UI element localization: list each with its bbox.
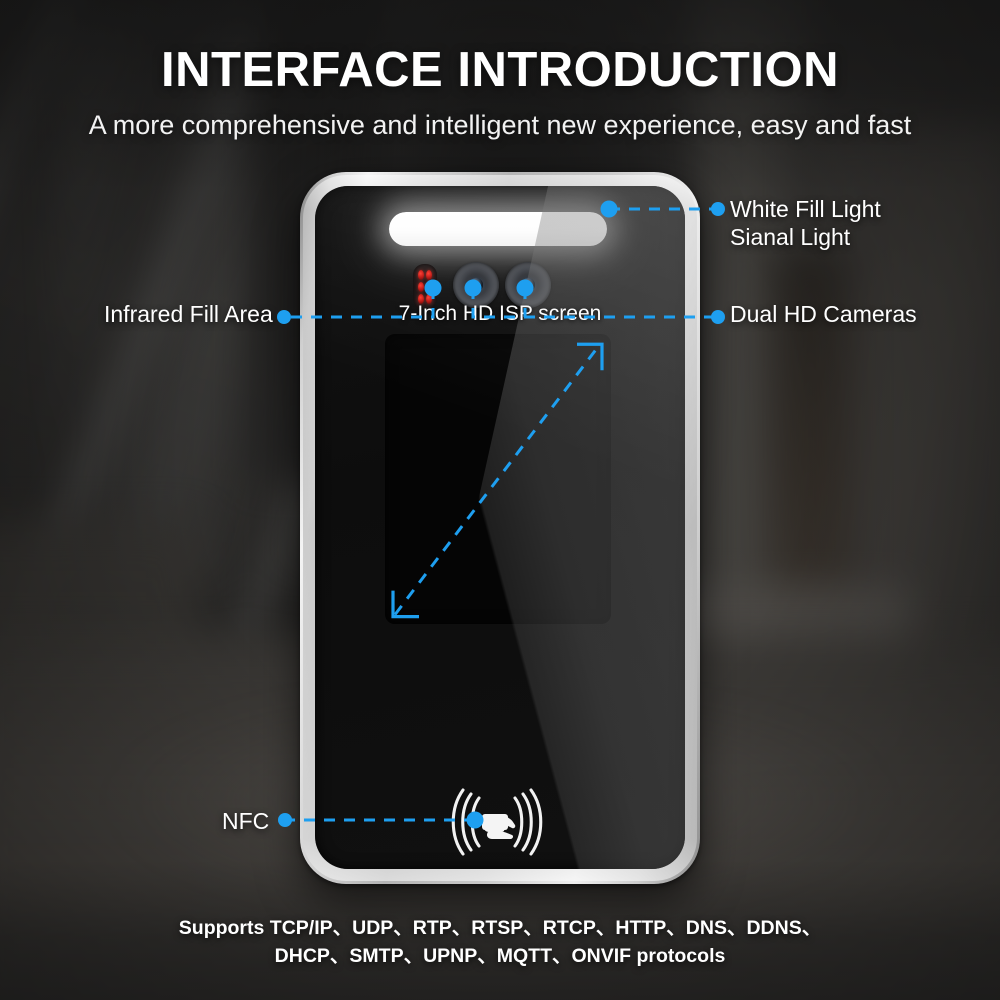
callout-infrared-fill-area-line1: Infrared Fill Area — [104, 301, 273, 327]
callout-nfc-line1: NFC — [222, 808, 270, 834]
callout-white-fill-light-line1: White Fill Light — [730, 196, 881, 222]
protocol-support-note: Supports TCP/IP、UDP、RTP、RTSP、RTCP、HTTP、D… — [0, 915, 1000, 970]
protocol-line-2: DHCP、SMTP、UPNP、MQTT、ONVIF protocols — [274, 944, 726, 967]
callout-white-fill-light-line2: Sianal Light — [730, 224, 851, 251]
callout-dual-hd-cameras: Dual HD Cameras — [730, 300, 917, 328]
infographic-page: INTERFACE INTRODUCTION A more comprehens… — [0, 0, 1000, 1000]
callout-nfc: NFC — [222, 807, 269, 835]
callout-infrared-fill-area: Infrared Fill Area — [104, 300, 273, 328]
callout-white-fill-light: White Fill Light Sianal Light — [730, 195, 881, 251]
glass-reflection-soft — [315, 186, 685, 869]
callout-dual-hd-cameras-line1: Dual HD Cameras — [730, 301, 917, 327]
nfc-icon — [451, 788, 543, 856]
device-glass-panel: 7-Inch HD ISP screen — [315, 186, 685, 869]
page-subtitle: A more comprehensive and intelligent new… — [88, 110, 912, 140]
device-illustration: 7-Inch HD ISP screen — [300, 172, 700, 884]
page-title: INTERFACE INTRODUCTION — [161, 43, 839, 97]
screen-label: 7-Inch HD ISP screen — [398, 302, 602, 325]
protocol-line-1: Supports TCP/IP、UDP、RTP、RTSP、RTCP、HTTP、D… — [178, 917, 822, 939]
